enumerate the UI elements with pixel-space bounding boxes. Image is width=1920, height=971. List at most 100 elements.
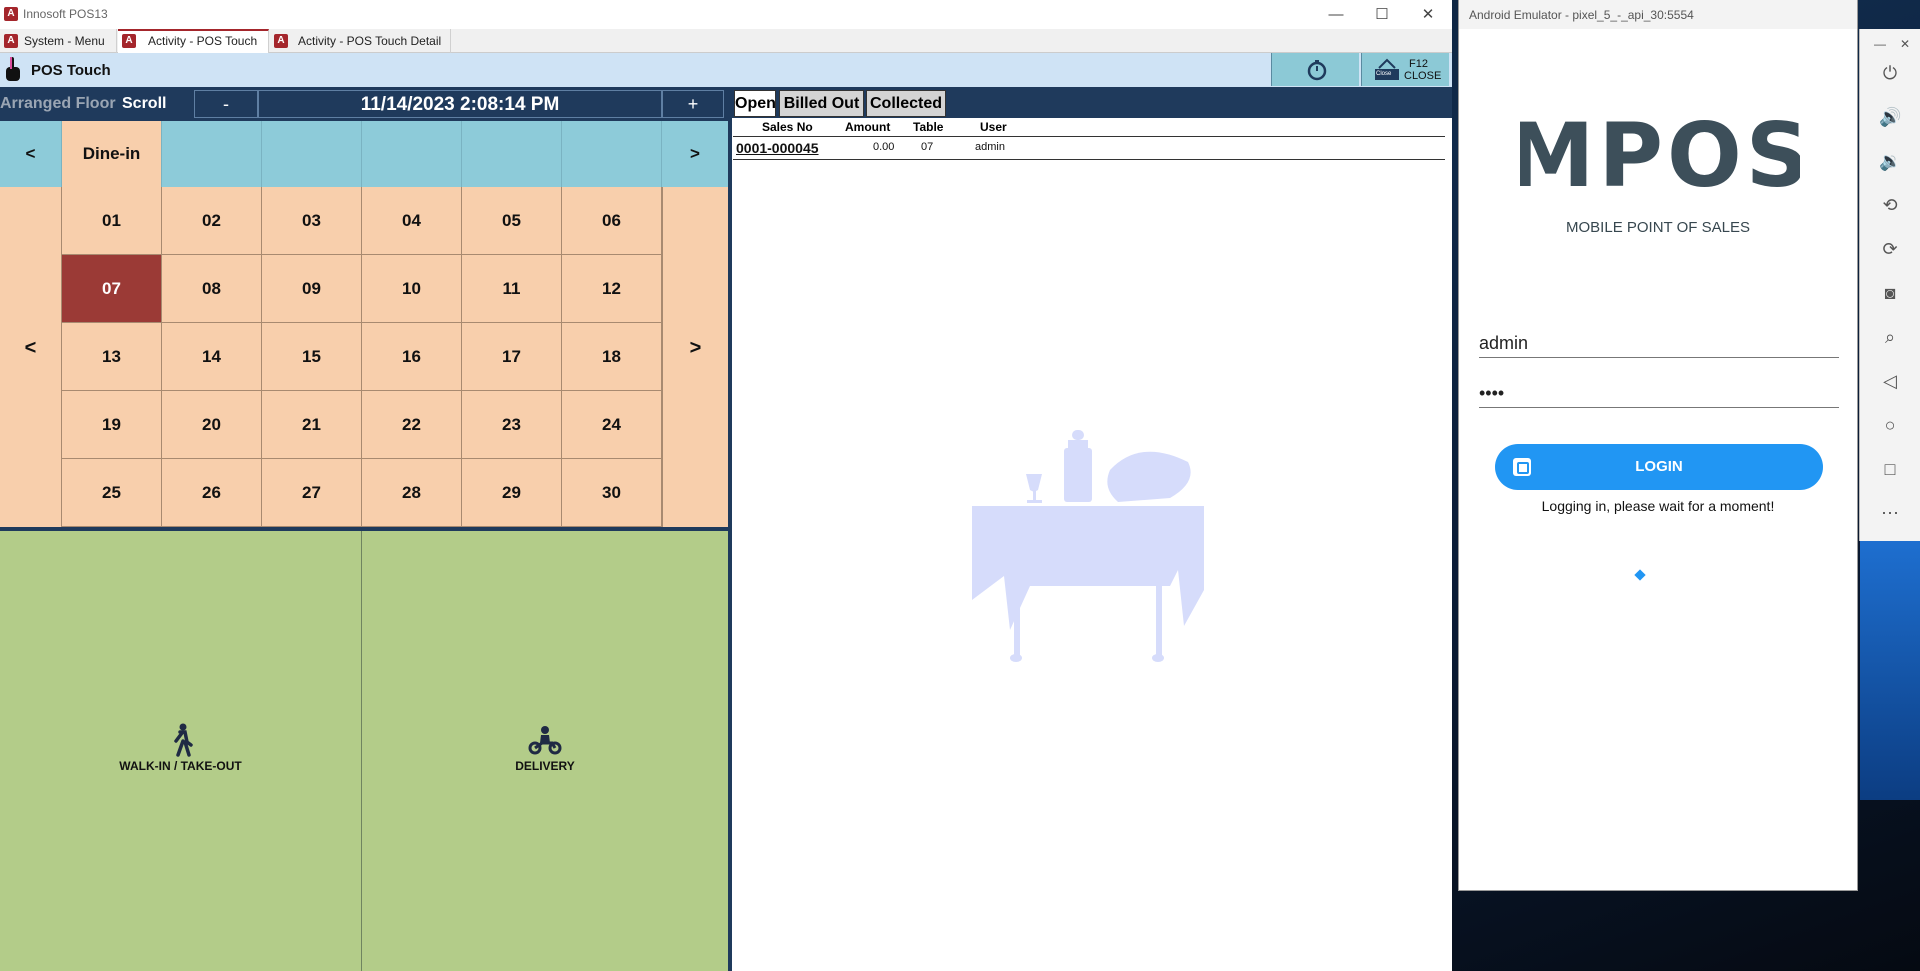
walk-in-take-out-button[interactable]: WALK-IN / TAKE-OUT — [0, 531, 362, 971]
table-button[interactable]: 29 — [462, 459, 562, 527]
table-button[interactable]: 25 — [62, 459, 162, 527]
delivery-scooter-icon — [528, 726, 562, 755]
table-button[interactable]: 26 — [162, 459, 262, 527]
sales-no-link[interactable]: 0001-000045 — [736, 140, 819, 156]
column-amount: Amount — [845, 120, 891, 134]
table-button[interactable]: 12 — [562, 255, 662, 323]
table-button[interactable]: 22 — [362, 391, 462, 459]
table-button[interactable]: 15 — [262, 323, 362, 391]
timer-button[interactable] — [1271, 53, 1359, 86]
dining-table-watermark-icon — [972, 430, 1204, 662]
table-button[interactable]: 01 — [62, 187, 162, 255]
table-button[interactable]: 27 — [262, 459, 362, 527]
tab-activity-pos-touch[interactable]: A Activity - POS Touch — [118, 29, 269, 55]
volume-down-icon[interactable]: 🔉 — [1879, 150, 1901, 172]
tab-open[interactable]: Open — [734, 90, 776, 117]
tables-next-button[interactable]: > — [662, 187, 728, 527]
area-slot[interactable] — [162, 121, 262, 187]
tab-label: Activity - POS Touch Detail — [298, 34, 442, 48]
table-button[interactable]: 23 — [462, 391, 562, 459]
close-sign-icon — [1375, 58, 1399, 80]
access-app-icon: A — [4, 7, 18, 21]
tables-next-label: > — [689, 337, 702, 359]
overview-icon[interactable]: □ — [1879, 458, 1901, 480]
table-button[interactable]: 09 — [262, 255, 362, 323]
table-button[interactable]: 10 — [362, 255, 462, 323]
table-button[interactable]: 03 — [262, 187, 362, 255]
table-button[interactable]: 08 — [162, 255, 262, 323]
area-next-button[interactable]: > — [662, 121, 728, 187]
area-slot[interactable] — [462, 121, 562, 187]
table-button[interactable]: 07 — [62, 255, 162, 323]
window-title: Innosoft POS13 — [23, 7, 108, 21]
table-button[interactable]: 24 — [562, 391, 662, 459]
maximize-button[interactable]: ☐ — [1360, 2, 1404, 28]
tab-label: System - Menu — [24, 34, 105, 48]
area-dine-in[interactable]: Dine-in — [62, 121, 162, 187]
user-value: admin — [975, 141, 1005, 153]
table-button[interactable]: 17 — [462, 323, 562, 391]
table-row[interactable]: 0001-000045 0.00 07 admin — [733, 136, 1445, 160]
minimize-button[interactable]: — — [1314, 2, 1358, 28]
desktop-wallpaper-highlight — [1860, 540, 1920, 800]
table-button[interactable]: 11 — [462, 255, 562, 323]
form-header: POS Touch — [0, 53, 1452, 87]
access-app-icon: A — [274, 34, 288, 48]
table-button[interactable]: 28 — [362, 459, 462, 527]
password-field[interactable]: •••• — [1479, 380, 1839, 408]
form-title: POS Touch — [31, 62, 111, 79]
table-button[interactable]: 14 — [162, 323, 262, 391]
table-button[interactable]: 30 — [562, 459, 662, 527]
tab-billed-out[interactable]: Billed Out — [779, 90, 864, 117]
area-prev-button[interactable]: < — [0, 121, 62, 187]
stopwatch-icon — [1307, 60, 1327, 81]
username-field[interactable]: admin — [1479, 330, 1839, 358]
table-grid: 01 02 03 04 05 06 07 08 09 10 11 12 13 14 15 16 17 18 19 20… — [62, 187, 662, 527]
table-button[interactable]: 18 — [562, 323, 662, 391]
table-button[interactable]: 21 — [262, 391, 362, 459]
table-button[interactable]: 16 — [362, 323, 462, 391]
tab-system-menu[interactable]: A System - Menu — [0, 29, 117, 53]
date-plus-button[interactable]: + — [662, 90, 724, 118]
order-status-tabs: Open Billed Out Collected — [728, 87, 1452, 118]
table-button[interactable]: 13 — [62, 323, 162, 391]
close-window-button[interactable]: ✕ — [1406, 2, 1450, 28]
emulator-side-toolbar: — ✕ ⏻ 🔊 🔉 ⟲ ⟳ ◙ ⌕ ◁ ○ □ ⋯ — [1859, 29, 1920, 541]
table-button[interactable]: 06 — [562, 187, 662, 255]
home-icon[interactable]: ○ — [1879, 414, 1901, 436]
volume-up-icon[interactable]: 🔊 — [1879, 106, 1901, 128]
table-button[interactable]: 05 — [462, 187, 562, 255]
table-button[interactable]: 19 — [62, 391, 162, 459]
more-icon[interactable]: ⋯ — [1879, 502, 1901, 524]
close-form-button[interactable]: Close F12 CLOSE — [1361, 53, 1449, 86]
table-value: 07 — [921, 141, 934, 153]
close-sign-text: Close — [1376, 71, 1392, 77]
emulator-close-button[interactable]: ✕ — [1900, 37, 1910, 51]
rotate-right-icon[interactable]: ⟳ — [1879, 238, 1901, 260]
back-icon[interactable]: ◁ — [1879, 370, 1901, 392]
tab-activity-pos-touch-detail[interactable]: A Activity - POS Touch Detail — [270, 29, 451, 53]
zoom-icon[interactable]: ⌕ — [1879, 326, 1901, 348]
table-button[interactable]: 20 — [162, 391, 262, 459]
camera-icon[interactable]: ◙ — [1879, 282, 1901, 304]
tab-collected[interactable]: Collected — [866, 90, 946, 117]
arranged-floor-toggle[interactable]: Arranged Floor — [0, 95, 116, 113]
tables-prev-button[interactable]: < — [0, 187, 62, 527]
login-wait-message: Logging in, please wait for a moment! — [1541, 498, 1775, 514]
area-slot[interactable] — [562, 121, 662, 187]
delivery-button[interactable]: DELIVERY — [362, 531, 728, 971]
table-button[interactable]: 02 — [162, 187, 262, 255]
rotate-left-icon[interactable]: ⟲ — [1879, 194, 1901, 216]
emulator-titlebar: Android Emulator - pixel_5_-_api_30:5554 — [1459, 0, 1857, 29]
area-slot[interactable] — [262, 121, 362, 187]
access-app-icon: A — [4, 34, 18, 48]
login-button[interactable]: LOGIN — [1495, 444, 1823, 490]
power-icon[interactable]: ⏻ — [1879, 62, 1901, 84]
table-button[interactable]: 04 — [362, 187, 462, 255]
scroll-toggle[interactable]: Scroll — [122, 95, 166, 113]
emulator-minimize-button[interactable]: — — [1874, 37, 1886, 51]
date-minus-button[interactable]: - — [194, 90, 258, 118]
date-time-display: 11/14/2023 2:08:14 PM — [258, 90, 662, 118]
area-slot[interactable] — [362, 121, 462, 187]
column-sales-no: Sales No — [762, 120, 813, 134]
